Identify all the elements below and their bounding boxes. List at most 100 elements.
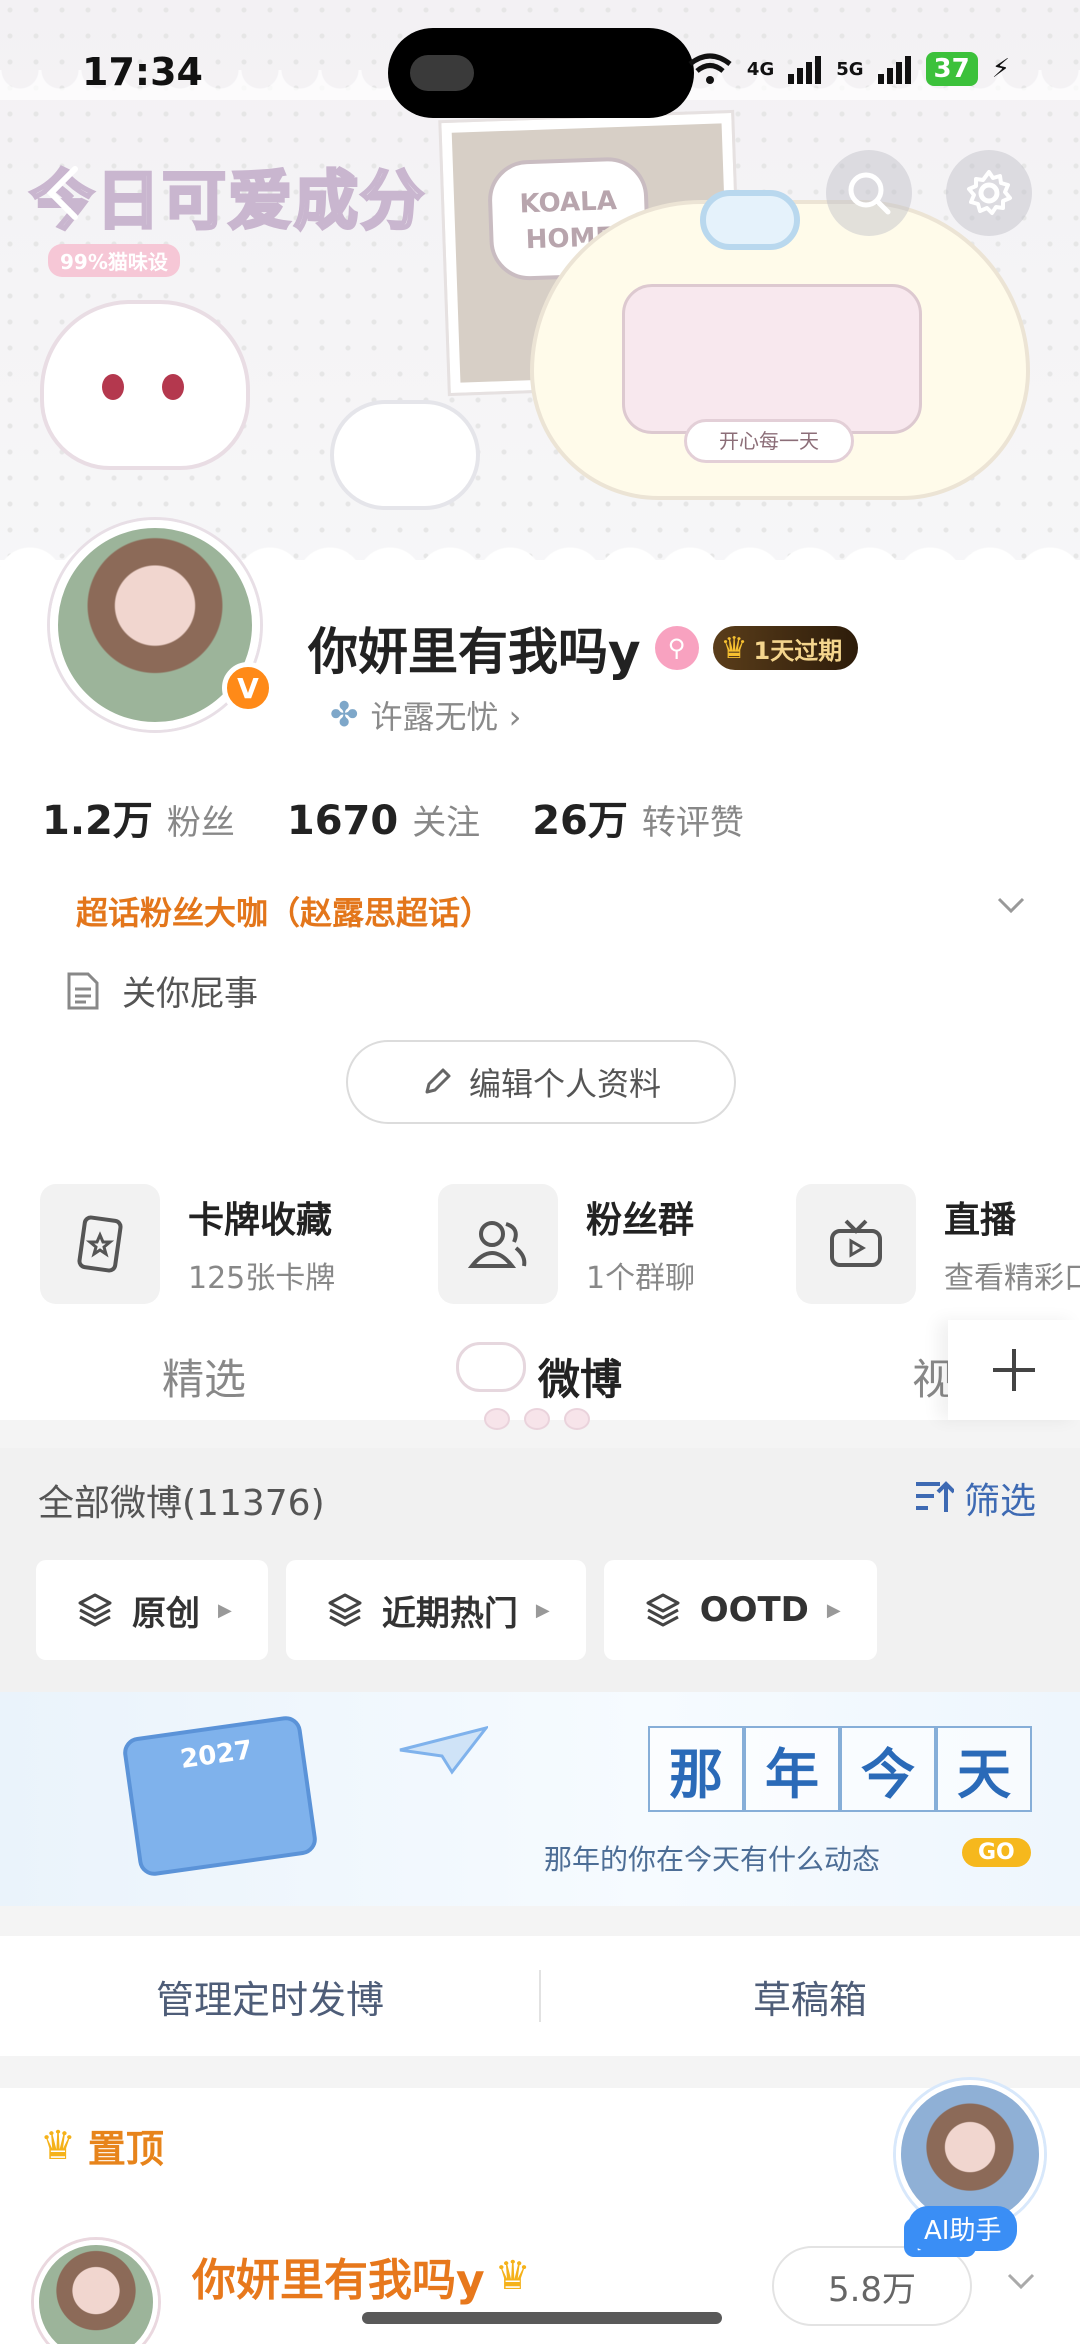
chip-arrow-icon: ▶ [826, 1599, 841, 1621]
post-author-name: 你妍里有我吗y [192, 2255, 485, 2306]
tv-icon [796, 1184, 916, 1304]
group-icon [438, 1184, 558, 1304]
network-type-2: 5G [836, 58, 864, 80]
profile-stats: 1.2万 粉丝 1670 关注 26万 转评赞 [42, 788, 744, 846]
home-indicator[interactable] [362, 2312, 722, 2324]
network-type-1: 4G [746, 58, 775, 80]
search-icon [848, 172, 891, 215]
name-row: 你妍里有我吗y ⚲ ♛ 1天过期 [308, 612, 859, 684]
status-icons: 4G 5G 37 ⚡ [687, 52, 1010, 86]
chip-label: OOTD [699, 1590, 809, 1630]
filter-button[interactable]: 筛选 [914, 1472, 1036, 1524]
feature-title: 粉丝群 [586, 1200, 695, 1241]
verified-badge-icon: V [222, 662, 274, 714]
gear-icon [967, 170, 1012, 215]
edit-profile-button[interactable]: 编辑个人资料 [346, 1040, 736, 1124]
battery-indicator: 37 [925, 52, 978, 86]
post-author-avatar[interactable] [34, 2240, 158, 2344]
signal-icon-2 [877, 56, 911, 84]
plus-icon [993, 1349, 1035, 1391]
feature-row: 卡牌收藏 125张卡牌 粉丝群 1个群聊 直播 查看精彩口 [40, 1184, 1080, 1314]
tab-featured[interactable]: 精选 [162, 1346, 246, 1407]
chip-ootd[interactable]: OOTD ▶ [603, 1560, 877, 1660]
bow-decoration [700, 190, 800, 250]
profile-section: V 你妍里有我吗y ⚲ ♛ 1天过期 ✤ 许露无忧 › 1.2万 粉丝 1670… [0, 520, 1080, 1430]
profile-subtitle: 许露无忧 › [370, 698, 522, 736]
signal-icon [788, 56, 822, 84]
chip-label: 原创 [132, 1593, 200, 1634]
search-button[interactable] [826, 150, 912, 236]
crown-icon: ♛ [40, 2122, 76, 2169]
back-button[interactable] [20, 150, 106, 236]
calendar-icon: 2027 [121, 1714, 319, 1878]
document-icon [67, 972, 99, 1009]
card-collection-icon [40, 1184, 160, 1304]
stat-followers[interactable]: 1.2万 粉丝 [42, 788, 235, 846]
chip-original[interactable]: 原创 ▶ [36, 1560, 268, 1660]
chip-arrow-icon: ▶ [218, 1599, 232, 1621]
cat-eye-left [102, 374, 124, 400]
on-this-day-banner[interactable]: 2027 那 年 今 天 那年的你在今天有什么动态 GO [0, 1692, 1080, 1906]
feature-title: 卡牌收藏 [188, 1200, 333, 1241]
stat-following[interactable]: 1670 关注 [287, 795, 480, 844]
stat-label: 粉丝 [166, 803, 235, 843]
clover-icon: ✤ [330, 695, 359, 735]
title-char: 今 [840, 1726, 936, 1812]
feature-subtitle: 查看精彩口 [944, 1261, 1080, 1296]
stat-number: 26万 [532, 798, 628, 844]
title-char: 那 [648, 1726, 744, 1812]
tab-active-indicator [484, 1408, 590, 1430]
title-char: 天 [936, 1726, 1032, 1812]
filter-icon [916, 1481, 954, 1512]
bio-row: 关你屁事 [66, 966, 258, 1015]
feature-card-collection[interactable]: 卡牌收藏 125张卡牌 [40, 1184, 335, 1304]
expand-chevron-icon[interactable] [996, 890, 1026, 920]
avatar-container[interactable]: V [30, 520, 280, 760]
feature-subtitle: 125张卡牌 [188, 1261, 336, 1296]
stat-label: 关注 [412, 803, 481, 843]
filter-chips: 原创 ▶ 近期热门 ▶ OOTD ▶ [36, 1560, 877, 1660]
edit-profile-label: 编辑个人资料 [468, 1065, 661, 1103]
post-author-row[interactable]: 你妍里有我吗y ♛ [192, 2244, 531, 2308]
manage-bar: 管理定时发博 草稿箱 [0, 1936, 1080, 2056]
stat-likes[interactable]: 26万 转评赞 [532, 788, 744, 846]
heart-cloud-illustration [330, 400, 480, 510]
on-this-day-subtitle: 那年的你在今天有什么动态 [544, 1843, 881, 1876]
stat-label: 转评赞 [641, 803, 744, 843]
filter-label: 筛选 [964, 1481, 1037, 1522]
superfan-title[interactable]: 超话粉丝大咖（赵露思超话） [76, 888, 492, 934]
title-char: 年 [744, 1726, 840, 1812]
scheduled-posts-button[interactable]: 管理定时发博 [0, 1936, 540, 2056]
drafts-button[interactable]: 草稿箱 [540, 1936, 1080, 2056]
go-button[interactable]: GO [962, 1838, 1031, 1867]
ai-assistant-label: AI助手 [908, 2206, 1018, 2251]
feature-fan-group[interactable]: 粉丝群 1个群聊 [438, 1184, 695, 1304]
stat-number: 1.2万 [42, 798, 153, 844]
crown-icon: ♛ [720, 630, 748, 666]
search-badge-icon[interactable]: ⚲ [654, 626, 699, 670]
pencil-icon [425, 1068, 451, 1094]
chip-label: 近期热门 [381, 1593, 518, 1634]
ai-assistant-button[interactable]: AI助手 [892, 2080, 1048, 2280]
cat-eye-right [162, 374, 184, 400]
settings-button[interactable] [946, 150, 1032, 236]
pinned-label: 置顶 [87, 2127, 164, 2171]
feature-subtitle: 1个群聊 [586, 1261, 696, 1296]
expire-text: 1天过期 [753, 636, 843, 665]
membership-expire-badge[interactable]: ♛ 1天过期 [712, 626, 859, 670]
feature-title: 直播 [944, 1200, 1017, 1241]
layers-icon [646, 1593, 680, 1627]
stat-number: 1670 [286, 798, 399, 844]
add-tab-button[interactable] [948, 1320, 1080, 1420]
layers-icon [328, 1593, 362, 1627]
status-time: 17:34 [82, 50, 203, 94]
status-bar: 17:34 4G 5G 37 ⚡ [0, 0, 1080, 140]
chip-recent-hot[interactable]: 近期热门 ▶ [285, 1560, 586, 1660]
bio-text: 关你屁事 [122, 974, 258, 1014]
tab-weibo[interactable]: 微博 [538, 1346, 622, 1407]
profile-subtitle-link[interactable]: ✤ 许露无忧 › [330, 692, 521, 738]
sofa-illustration [622, 284, 922, 434]
paper-plane-icon [399, 1726, 488, 1775]
tab-mascot-icon [456, 1342, 526, 1392]
feature-live[interactable]: 直播 查看精彩口 [796, 1184, 1080, 1304]
